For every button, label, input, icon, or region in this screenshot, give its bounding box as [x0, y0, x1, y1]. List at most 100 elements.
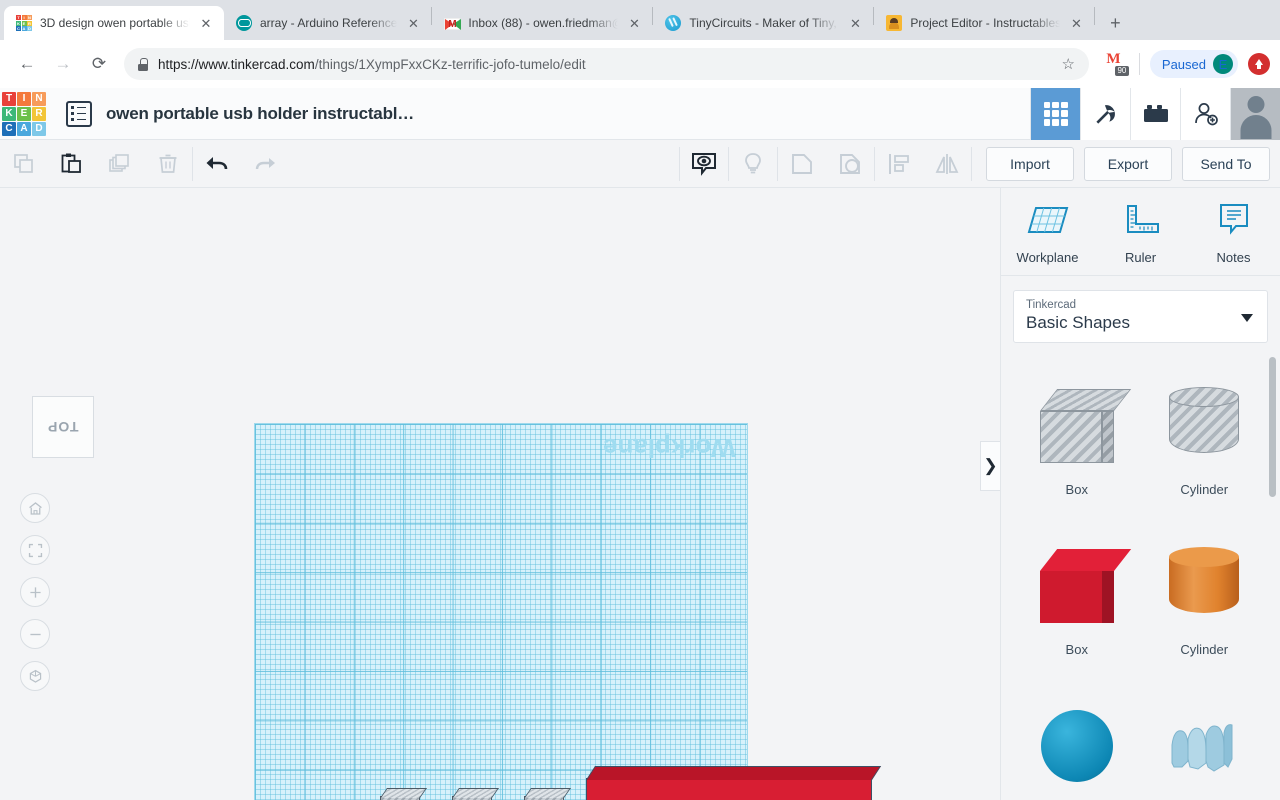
tab-close-icon[interactable]: ✕ — [626, 15, 642, 31]
tab-close-icon[interactable]: ✕ — [405, 15, 421, 31]
shape-item-scribble[interactable]: Scribble — [1141, 681, 1269, 800]
hole-box-1[interactable] — [380, 796, 420, 800]
user-avatar[interactable] — [1230, 87, 1280, 140]
home-view-button[interactable] — [20, 493, 50, 523]
export-button[interactable]: Export — [1084, 146, 1172, 181]
tinkercad-logo[interactable]: T I N K E R C A D — [2, 91, 46, 136]
duplicate-button[interactable] — [96, 140, 144, 188]
gallery-grid-button[interactable] — [1030, 87, 1080, 140]
shape-item-box-solid[interactable]: Box — [1013, 521, 1141, 671]
view-cube-label: TOP — [47, 419, 79, 435]
browser-tab-2[interactable]: Inbox (88) - owen.friedman@m ✕ — [432, 6, 652, 40]
workplane-tool[interactable]: Workplane — [1001, 202, 1094, 265]
browser-tab-0[interactable]: TIN KER CAD 3D design owen portable usb … — [4, 6, 224, 40]
show-hide-button[interactable] — [680, 140, 728, 188]
mirror-button[interactable] — [923, 140, 971, 188]
delete-button[interactable] — [144, 140, 192, 188]
gmail-extension-icon[interactable]: M 90 — [1103, 52, 1129, 76]
ruler-tool[interactable]: Ruler — [1094, 202, 1187, 265]
tab-close-icon[interactable]: ✕ — [1068, 15, 1084, 31]
orthographic-toggle-button[interactable] — [20, 661, 50, 691]
group-button[interactable] — [778, 140, 826, 188]
document-list-icon[interactable] — [66, 100, 92, 127]
fit-view-icon — [28, 543, 42, 557]
view-cube[interactable]: TOP — [32, 396, 94, 458]
workplane-tool-label: Workplane — [1016, 250, 1079, 265]
zoom-in-icon — [29, 586, 41, 598]
logo-tile: K — [2, 106, 16, 121]
copy-button[interactable] — [0, 140, 48, 188]
invite-user-button[interactable] — [1180, 87, 1230, 140]
shape-label: Box — [1065, 641, 1088, 657]
show-hide-icon — [692, 152, 716, 176]
bookmark-star-icon[interactable]: ☆ — [1061, 55, 1074, 73]
new-tab-button[interactable]: + — [1101, 9, 1129, 37]
cylinder-shape — [1169, 386, 1240, 465]
fit-view-button[interactable] — [20, 535, 50, 565]
import-button[interactable]: Import — [986, 146, 1074, 181]
lock-icon — [138, 57, 148, 71]
tab-title: 3D design owen portable usb h — [40, 16, 190, 30]
shape-library-list[interactable]: Box Cylinder Box Cylinder — [1001, 353, 1280, 800]
send-to-button[interactable]: Send To — [1182, 146, 1270, 181]
shape-label: Box — [1065, 481, 1088, 497]
cube-shape — [1039, 388, 1131, 463]
notes-tool[interactable]: Notes — [1187, 202, 1280, 265]
document-title[interactable]: owen portable usb holder instructabl… — [106, 104, 414, 124]
redo-button[interactable] — [241, 140, 289, 188]
zoom-out-button[interactable] — [20, 619, 50, 649]
profile-status-label: Paused — [1161, 56, 1206, 72]
chevron-down-icon — [1241, 313, 1253, 322]
workplane-grid[interactable]: Workplane — [254, 423, 748, 800]
light-button[interactable] — [729, 140, 777, 188]
url-text: https://www.tinkercad.com/things/1XympFx… — [158, 56, 586, 72]
shape-item-cylinder-solid[interactable]: Cylinder — [1141, 521, 1269, 671]
blocks-button[interactable] — [1130, 87, 1180, 140]
reload-icon[interactable]: ⟳ — [82, 47, 116, 81]
hole-box-2[interactable] — [452, 796, 492, 800]
lego-brick-icon — [1143, 104, 1168, 122]
shape-library-dropdown[interactable]: Tinkercad Basic Shapes — [1013, 290, 1268, 343]
back-icon[interactable]: ← — [10, 47, 44, 81]
profile-paused-button[interactable]: Paused E — [1149, 50, 1238, 78]
tinkercad-favicon: TIN KER CAD — [16, 15, 32, 31]
address-bar[interactable]: https://www.tinkercad.com/things/1XympFx… — [124, 48, 1089, 80]
zoom-out-icon — [29, 633, 41, 635]
cylinder-shape — [1169, 546, 1240, 625]
box-hole-art — [1039, 376, 1131, 476]
tab-close-icon[interactable]: ✕ — [198, 15, 214, 31]
forward-icon[interactable]: → — [46, 47, 80, 81]
pickaxe-button[interactable] — [1080, 87, 1130, 140]
browser-tab-4[interactable]: Project Editor - Instructables ✕ — [874, 6, 1094, 40]
logo-tile: I — [17, 91, 31, 106]
align-button[interactable] — [875, 140, 923, 188]
paste-button[interactable] — [48, 140, 96, 188]
tab-title: Inbox (88) - owen.friedman@m — [468, 16, 619, 30]
tab-title: Project Editor - Instructables — [910, 16, 1061, 30]
zoom-in-button[interactable] — [20, 577, 50, 607]
copy-icon — [14, 153, 33, 173]
lightbulb-icon — [745, 152, 761, 173]
shape-list-scrollbar[interactable] — [1269, 357, 1276, 497]
sphere-art — [1040, 696, 1113, 796]
redo-icon — [255, 157, 275, 169]
group-icon — [792, 153, 812, 174]
solid-box-main[interactable] — [586, 778, 872, 800]
cylinder-hole-art — [1169, 376, 1240, 476]
tab-close-icon[interactable]: ✕ — [847, 15, 863, 31]
view-controls — [20, 493, 50, 703]
browser-tab-1[interactable]: array - Arduino Reference ✕ — [224, 6, 431, 40]
browser-tab-3[interactable]: TinyCircuits - Maker of Tiny, O ✕ — [653, 6, 873, 40]
undo-button[interactable] — [193, 140, 241, 188]
hole-box-3[interactable] — [524, 796, 564, 800]
logo-tile: N — [32, 91, 46, 106]
panel-collapse-button[interactable]: ❯ — [980, 441, 1000, 491]
shape-item-sphere[interactable]: Sphere — [1013, 681, 1141, 800]
omnibox-divider — [1138, 53, 1140, 75]
app-header: T I N K E R C A D owen portable usb hold… — [0, 87, 1280, 140]
upload-extension-icon[interactable] — [1248, 53, 1270, 75]
shape-item-cylinder-hole[interactable]: Cylinder — [1141, 361, 1269, 511]
shape-item-box-hole[interactable]: Box — [1013, 361, 1141, 511]
canvas-viewport[interactable]: TOP Workplane ❯ — [0, 188, 1000, 800]
ungroup-button[interactable] — [826, 140, 874, 188]
